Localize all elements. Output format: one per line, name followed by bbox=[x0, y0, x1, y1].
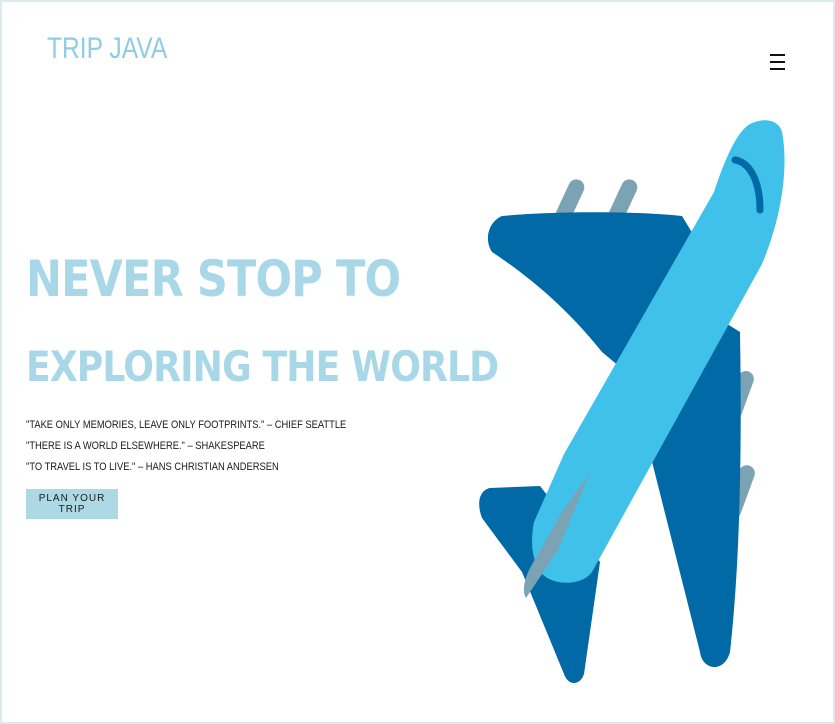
hamburger-menu-button[interactable] bbox=[770, 53, 786, 71]
hamburger-menu-icon bbox=[770, 54, 785, 56]
quote-item: "THERE IS A WORLD ELSEWHERE." – SHAKESPE… bbox=[26, 440, 265, 452]
hero-heading-line2: EXPLORING THE WORLD bbox=[26, 342, 499, 391]
hero-heading-line1: NEVER STOP TO bbox=[26, 250, 401, 308]
quote-item: "TAKE ONLY MEMORIES, LEAVE ONLY FOOTPRIN… bbox=[26, 419, 347, 431]
quotes-list: "TAKE ONLY MEMORIES, LEAVE ONLY FOOTPRIN… bbox=[26, 418, 403, 481]
airplane-icon bbox=[479, 120, 785, 683]
page-frame: TRIP JAVA NEVER STOP TO EXPLORING THE WO… bbox=[0, 0, 835, 724]
plan-your-trip-button[interactable]: PLAN YOUR TRIP bbox=[26, 489, 118, 519]
site-logo[interactable]: TRIP JAVA bbox=[47, 32, 167, 66]
quote-item: "TO TRAVEL IS TO LIVE." – HANS CHRISTIAN… bbox=[26, 461, 279, 473]
